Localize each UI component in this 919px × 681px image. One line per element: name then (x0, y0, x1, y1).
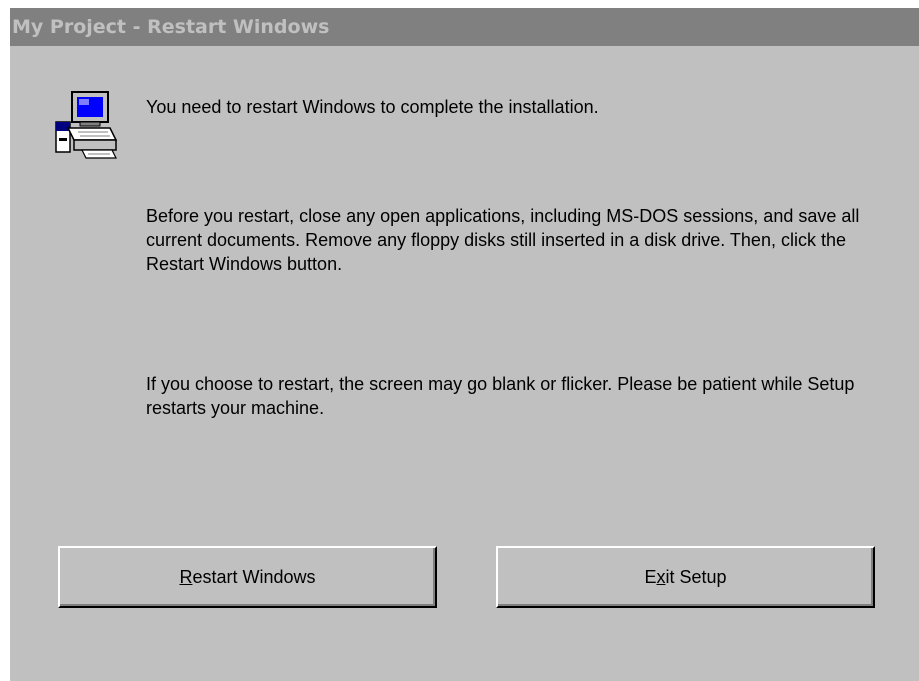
restart-windows-button[interactable]: Restart Windows (58, 546, 437, 608)
restart-windows-label: Restart Windows (179, 567, 315, 588)
title-bar[interactable]: My Project - Restart Windows (10, 8, 919, 46)
exit-label-rest: it Setup (665, 566, 727, 587)
message-primary: You need to restart Windows to complete … (146, 97, 599, 117)
exit-setup-button[interactable]: Exit Setup (496, 546, 875, 608)
message-instructions: Before you restart, close any open appli… (146, 206, 860, 274)
message-warning: If you choose to restart, the screen may… (146, 374, 855, 418)
restart-dialog: My Project - Restart Windows You need to… (10, 8, 919, 681)
window-title: My Project - Restart Windows (12, 16, 330, 38)
computer-setup-icon (52, 88, 118, 162)
exit-setup-label: Exit Setup (644, 567, 726, 588)
restart-mnemonic: R (179, 566, 193, 587)
restart-label-rest: estart Windows (192, 566, 316, 587)
exit-label-before: E (644, 566, 657, 587)
